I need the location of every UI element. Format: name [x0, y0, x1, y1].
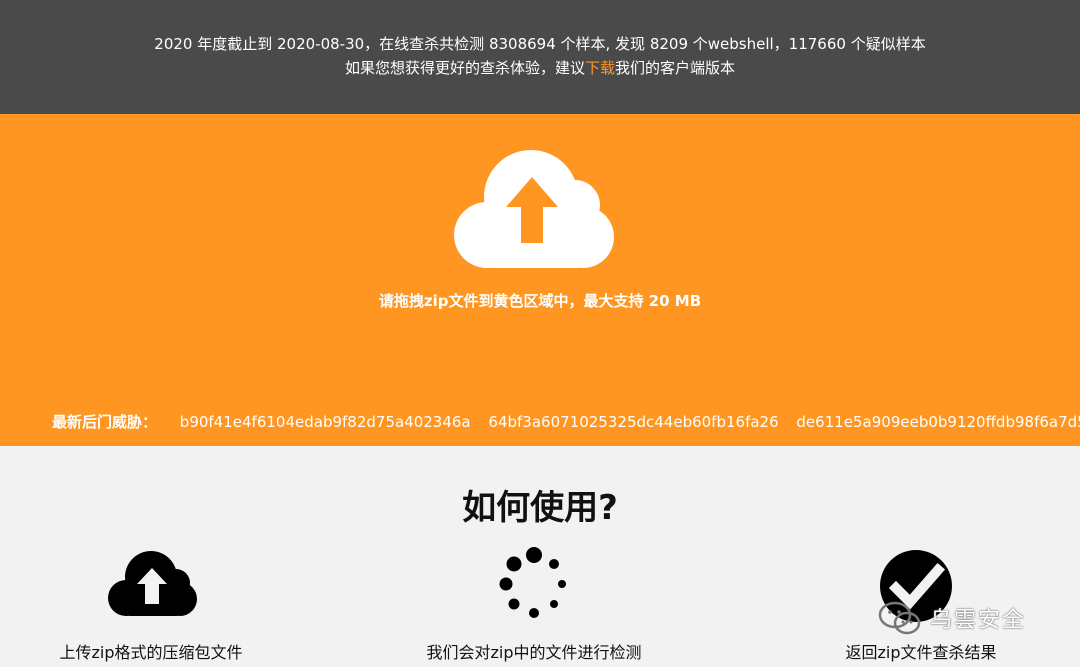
section-title: 如何使用? [462, 488, 618, 528]
cloud-upload-icon [108, 551, 197, 616]
threat-hash[interactable]: de611e5a909eeb0b9120ffdb98f6a7d5 [796, 413, 1080, 431]
step-label-scan: 我们会对zip中的文件进行检测 [426, 643, 642, 662]
cloud-upload-icon[interactable] [451, 147, 615, 269]
watermark: 乌雲安全 [878, 598, 1068, 638]
wechat-icon [878, 601, 921, 635]
latest-threats: 最新后门威胁： b90f41e4f6104edab9f82d75a402346a… [52, 411, 1080, 432]
watermark-text: 乌雲安全 [930, 608, 1027, 633]
client-advice: 如果您想获得更好的查杀体验，建议下载我们的客户端版本 [0, 57, 1080, 78]
download-link[interactable]: 下载 [585, 59, 615, 77]
upload-dropzone[interactable]: 请拖拽zip文件到黄色区域中，最大支持 20 MB 最新后门威胁： b90f41… [0, 114, 1080, 446]
threat-hash[interactable]: b90f41e4f6104edab9f82d75a402346a [180, 413, 471, 431]
upload-hint: 请拖拽zip文件到黄色区域中，最大支持 20 MB [378, 292, 702, 310]
stats-text: 2020 年度截止到 2020-08-30，在线查杀共检测 8308694 个样… [154, 35, 926, 53]
advice-suffix: 我们的客户端版本 [615, 59, 736, 77]
step-label-result: 返回zip文件查杀结果 [845, 643, 997, 662]
step-label-upload: 上传zip格式的压缩包文件 [59, 643, 243, 662]
advice-prefix: 如果您想获得更好的查杀体验，建议 [344, 59, 585, 77]
threat-hash[interactable]: 64bf3a6071025325dc44eb60fb16fa26 [488, 413, 778, 431]
loading-spinner-icon [499, 547, 566, 618]
stats-banner: 2020 年度截止到 2020-08-30，在线查杀共检测 8308694 个样… [0, 0, 1080, 114]
threats-label: 最新后门威胁： [52, 413, 158, 431]
